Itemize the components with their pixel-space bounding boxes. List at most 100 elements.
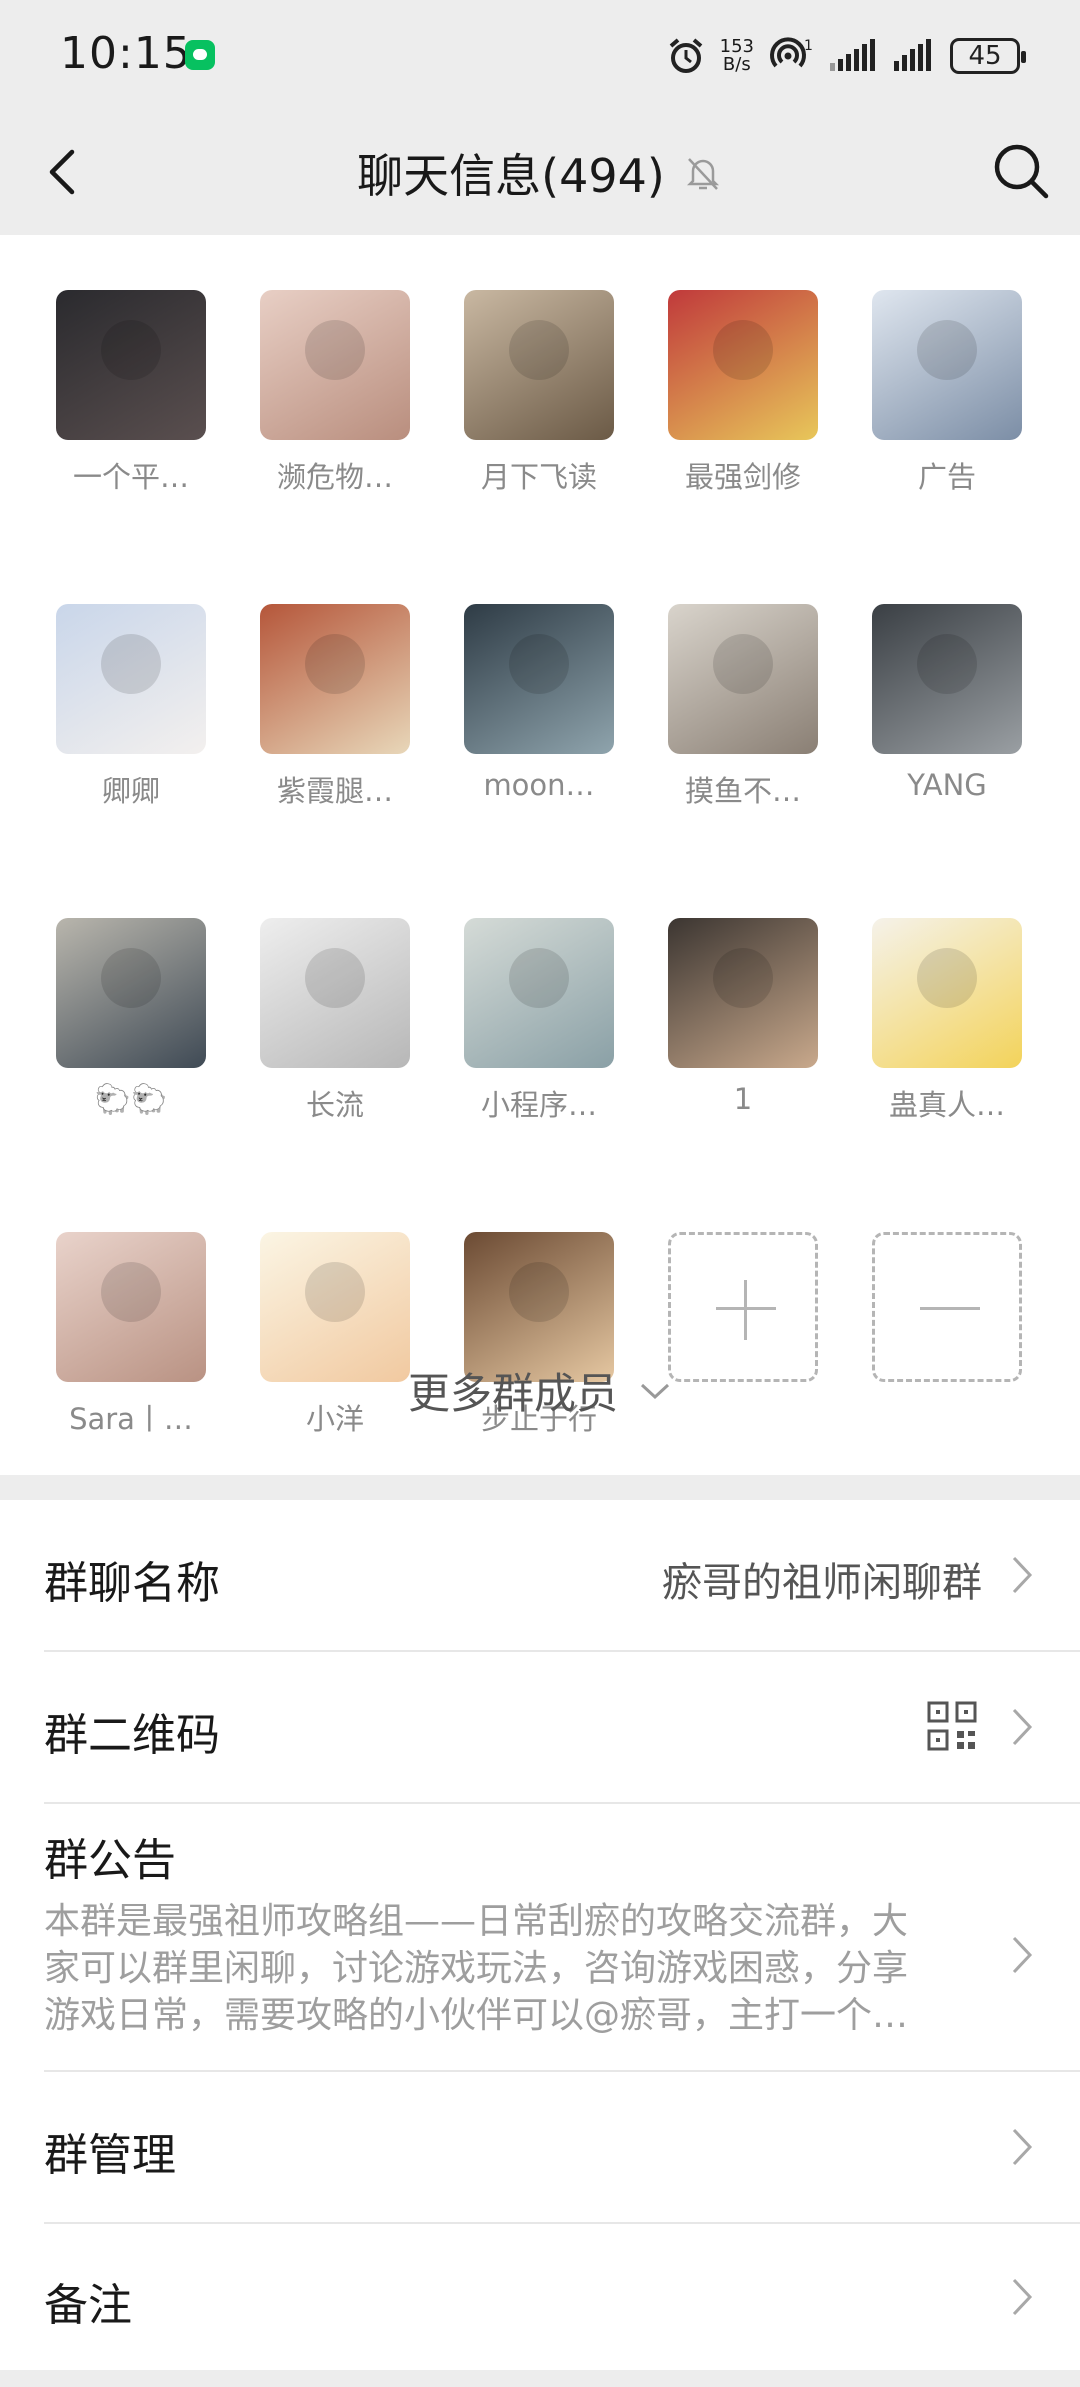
member-name: 小程序… bbox=[480, 1088, 597, 1122]
icon-bar bbox=[744, 1280, 747, 1340]
signal-sim1-icon bbox=[830, 39, 875, 71]
member-item[interactable]: 🐑🐑 bbox=[56, 918, 206, 1124]
member-avatar[interactable] bbox=[56, 290, 206, 440]
avatar-head-shape bbox=[713, 948, 773, 1008]
group-settings-list: 群聊名称 瘀哥的祖师闲聊群 群二维码 群公告 本群是最强祖师攻略组——日常刮瘀的… bbox=[0, 1500, 1080, 2370]
remark-label: 备注 bbox=[44, 2280, 132, 2331]
signal-sim2-icon bbox=[894, 39, 931, 71]
hotspot-count: 1 bbox=[804, 38, 813, 54]
more-members-label: 更多群成员 bbox=[407, 1369, 618, 1418]
member-item[interactable]: 1 bbox=[668, 918, 818, 1124]
avatar-head-shape bbox=[509, 948, 569, 1008]
avatar-head-shape bbox=[305, 634, 365, 694]
group-notice-label: 群公告 bbox=[44, 1835, 176, 1886]
member-avatar[interactable] bbox=[668, 604, 818, 754]
member-avatar[interactable] bbox=[872, 290, 1022, 440]
status-bar: 10:15 153 B/s 1 45 bbox=[0, 0, 1080, 110]
member-avatar[interactable] bbox=[260, 604, 410, 754]
group-qr-label: 群二维码 bbox=[44, 1710, 220, 1761]
battery-indicator: 45 bbox=[950, 38, 1026, 74]
group-manage-row[interactable]: 群管理 bbox=[0, 2072, 1080, 2222]
nav-bar: 聊天信息(494) bbox=[0, 110, 1080, 235]
member-avatar[interactable] bbox=[464, 604, 614, 754]
member-name: 濒危物… bbox=[276, 460, 393, 494]
member-item[interactable]: YANG bbox=[872, 604, 1022, 810]
avatar-head-shape bbox=[917, 948, 977, 1008]
network-speed: 153 B/s bbox=[720, 38, 754, 74]
avatar-head-shape bbox=[509, 320, 569, 380]
member-name: moon… bbox=[483, 768, 595, 802]
chevron-right-icon bbox=[1012, 2278, 1033, 2316]
group-name-row[interactable]: 群聊名称 瘀哥的祖师闲聊群 bbox=[0, 1500, 1080, 1650]
member-avatar[interactable] bbox=[464, 290, 614, 440]
member-name: 月下飞读 bbox=[480, 460, 597, 494]
chevron-right-icon bbox=[1012, 1708, 1033, 1746]
member-item[interactable]: 卿卿 bbox=[56, 604, 206, 810]
member-item[interactable]: 濒危物… bbox=[260, 290, 410, 496]
member-name: 广告 bbox=[917, 460, 976, 494]
member-avatar[interactable] bbox=[260, 918, 410, 1068]
member-name: YANG bbox=[907, 768, 987, 802]
group-notice-row[interactable]: 群公告 本群是最强祖师攻略组——日常刮瘀的攻略交流群，大 家可以群里闲聊，讨论游… bbox=[0, 1804, 1080, 2070]
hotspot-icon: 1 bbox=[770, 37, 813, 68]
network-speed-unit: B/s bbox=[722, 54, 751, 75]
status-time: 10:15 bbox=[60, 28, 192, 79]
member-avatar[interactable] bbox=[872, 604, 1022, 754]
group-name-value: 瘀哥的祖师闲聊群 bbox=[662, 1560, 982, 1606]
member-item[interactable]: 一个平… bbox=[56, 290, 206, 496]
avatar-head-shape bbox=[509, 634, 569, 694]
remark-row[interactable]: 备注 bbox=[0, 2224, 1080, 2370]
member-name: 长流 bbox=[305, 1088, 364, 1122]
group-notice-line: 游戏日常，需要攻略的小伙伴可以@瘀哥，主打一个… bbox=[44, 1995, 909, 2036]
avatar-head-shape bbox=[101, 320, 161, 380]
member-name: 1 bbox=[733, 1082, 753, 1116]
avatar-head-shape bbox=[101, 1262, 161, 1322]
avatar-head-shape bbox=[101, 948, 161, 1008]
group-notice-text: 本群是最强祖师攻略组——日常刮瘀的攻略交流群，大 家可以群里闲聊，讨论游戏玩法，… bbox=[44, 1898, 974, 2039]
member-avatar[interactable] bbox=[872, 918, 1022, 1068]
member-name: 紫霞腿… bbox=[276, 774, 393, 808]
member-avatar[interactable] bbox=[464, 918, 614, 1068]
avatar-head-shape bbox=[917, 634, 977, 694]
group-notice-line: 本群是最强祖师攻略组——日常刮瘀的攻略交流群，大 bbox=[44, 1901, 909, 1942]
avatar-head-shape bbox=[713, 634, 773, 694]
qr-code-icon bbox=[927, 1701, 977, 1751]
member-item[interactable]: 广告 bbox=[872, 290, 1022, 496]
search-icon[interactable] bbox=[988, 138, 1054, 204]
group-manage-label: 群管理 bbox=[44, 2130, 176, 2181]
mute-bell-icon bbox=[686, 158, 719, 190]
member-avatar[interactable] bbox=[56, 604, 206, 754]
member-avatar[interactable] bbox=[668, 918, 818, 1068]
more-members-button[interactable]: 更多群成员 bbox=[0, 1360, 1080, 1421]
icon-bar bbox=[920, 1307, 980, 1310]
member-name: 一个平… bbox=[72, 460, 189, 494]
page-title: 聊天信息(494) bbox=[357, 149, 665, 203]
member-grid: 一个平… 濒危物… 月下飞读 最强剑修 广告卿卿 紫霞腿… moon… 摸鱼不… YANG 🐑🐑 长… bbox=[56, 290, 1026, 1438]
chevron-down-icon bbox=[640, 1383, 670, 1399]
member-item[interactable]: 蛊真人… bbox=[872, 918, 1022, 1124]
chevron-right-icon bbox=[1012, 2128, 1033, 2166]
member-item[interactable]: 月下飞读 bbox=[464, 290, 614, 496]
avatar-head-shape bbox=[713, 320, 773, 380]
status-indicators: 153 B/s 1 45 bbox=[666, 28, 1026, 84]
members-panel: 一个平… 濒危物… 月下飞读 最强剑修 广告卿卿 紫霞腿… moon… 摸鱼不… YANG 🐑🐑 长… bbox=[0, 235, 1080, 1475]
member-name: 最强剑修 bbox=[684, 460, 801, 494]
member-name: 蛊真人… bbox=[888, 1088, 1005, 1122]
chevron-right-icon bbox=[1012, 1556, 1033, 1594]
nav-title-group: 聊天信息(494) bbox=[0, 140, 1080, 206]
member-item[interactable]: moon… bbox=[464, 604, 614, 810]
avatar-head-shape bbox=[917, 320, 977, 380]
member-item[interactable]: 长流 bbox=[260, 918, 410, 1124]
avatar-head-shape bbox=[305, 1262, 365, 1322]
member-name: 摸鱼不… bbox=[684, 774, 801, 808]
member-avatar[interactable] bbox=[56, 918, 206, 1068]
member-item[interactable]: 小程序… bbox=[464, 918, 614, 1124]
member-avatar[interactable] bbox=[668, 290, 818, 440]
member-item[interactable]: 最强剑修 bbox=[668, 290, 818, 496]
member-item[interactable]: 摸鱼不… bbox=[668, 604, 818, 810]
member-avatar[interactable] bbox=[260, 290, 410, 440]
group-qr-row[interactable]: 群二维码 bbox=[0, 1652, 1080, 1802]
avatar-head-shape bbox=[305, 320, 365, 380]
member-item[interactable]: 紫霞腿… bbox=[260, 604, 410, 810]
member-name: 🐑🐑 bbox=[94, 1082, 168, 1116]
